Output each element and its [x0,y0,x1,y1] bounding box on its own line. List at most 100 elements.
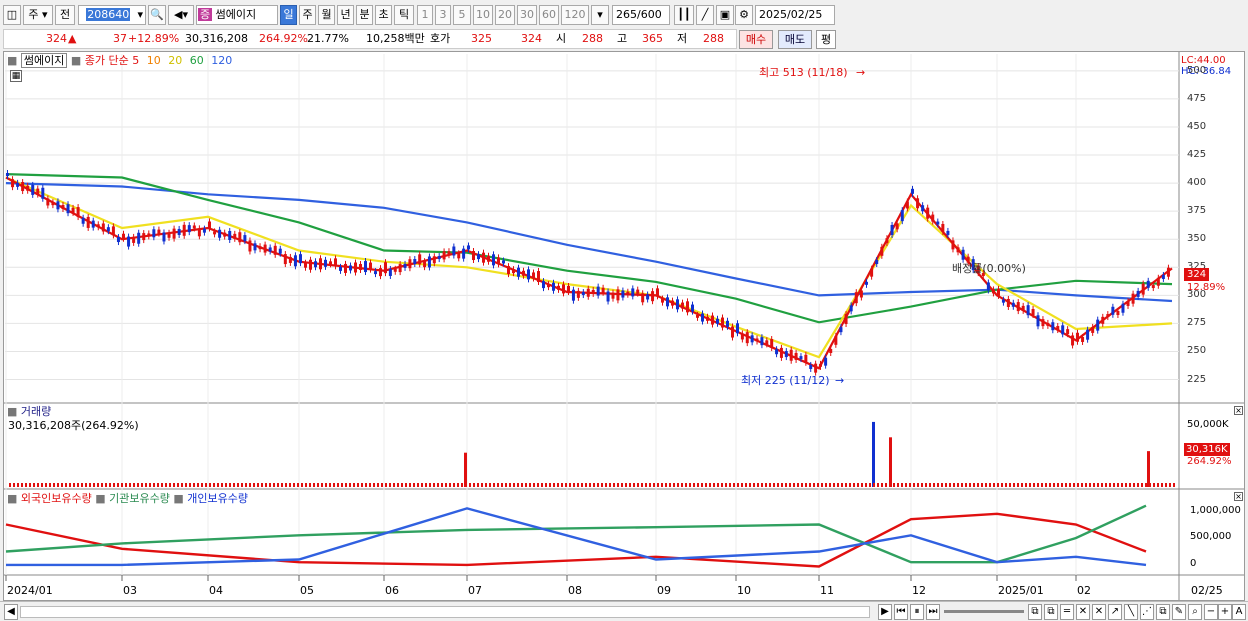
tool-fan-icon[interactable]: ⋰ [1140,604,1154,620]
volume-bar [201,483,203,487]
minute-20[interactable]: 20 [495,5,515,25]
volume-bar [1097,483,1099,487]
zoom-out-icon[interactable]: − [1204,604,1218,620]
volume-bar [657,483,659,487]
volume-bar [689,483,691,487]
save-icon[interactable]: ▣ [716,5,734,25]
legend-ma60[interactable]: 60 [190,54,204,67]
legend-ma10[interactable]: 10 [147,54,161,67]
first-page-icon[interactable]: ⏮ [894,604,908,620]
candle-body [601,287,605,293]
candle-body [1096,319,1100,331]
legend-ma-label[interactable]: 종가 단순 [85,54,129,67]
minute-120[interactable]: 120 [561,5,589,25]
search-icon[interactable]: 🔍 [148,5,166,25]
volume-bar [285,483,287,487]
volume-bar [693,483,695,487]
candle-body [16,182,20,187]
window-menu-icon[interactable]: ◫ [3,5,21,25]
tool-window2-icon[interactable]: ⧉ [1044,604,1058,620]
legend-ma120[interactable]: 120 [211,54,232,67]
candle-body [784,351,788,358]
scrollbar-track[interactable] [20,606,870,618]
tool-cross-icon[interactable]: ✕ [1076,604,1090,620]
date-field[interactable]: 2025/02/25 ▦ [755,5,835,25]
tab-day[interactable]: 일 [280,5,297,25]
volume-bar [441,483,443,487]
legend-ma5[interactable]: 5 [132,54,139,67]
tool-brush-icon[interactable]: ✎ [1172,604,1186,620]
candle-body [81,217,85,224]
volume-bar [517,483,519,487]
market-select[interactable]: 주 ▾ [23,5,53,25]
tab-year[interactable]: 년 [337,5,354,25]
tab-second[interactable]: 초 [375,5,392,25]
chart-svg[interactable] [4,52,1244,600]
volume-bar [333,483,335,487]
candle-type-icon[interactable]: ┃┃ [674,5,694,25]
volume-bar [965,483,967,487]
candle-body [388,268,392,276]
count-field[interactable]: 265/600 [612,5,670,25]
volume-bar [409,483,411,487]
text-tool-icon[interactable]: A [1232,604,1246,620]
scroll-right-icon[interactable]: ▶ [878,604,892,620]
legend-foreign[interactable]: 외국인보유수량 [21,492,92,505]
minute-10[interactable]: 10 [473,5,493,25]
tool-line-icon[interactable]: ╲ [1124,604,1138,620]
candle-body [731,326,734,338]
tab-week[interactable]: 주 [299,5,316,25]
minute-3[interactable]: 3 [435,5,451,25]
sound-icon[interactable]: ◀▾ [168,5,194,25]
minute-1[interactable]: 1 [417,5,433,25]
candle-body [671,300,674,306]
volume-bar [1009,483,1011,487]
volume-bar [193,483,195,487]
eval-button[interactable]: 평 [816,30,836,49]
volume-bar [109,483,111,487]
minute-5[interactable]: 5 [453,5,471,25]
tab-tick[interactable]: 틱 [394,5,414,25]
right-arrow-icon: → [856,66,866,79]
tab-minute[interactable]: 분 [356,5,373,25]
pause-icon[interactable]: ⏸ [910,604,924,620]
tool-ray-icon[interactable]: ↗ [1108,604,1122,620]
close-panel-icon[interactable]: × [1234,492,1243,501]
volume-bar [681,483,683,487]
sell-button[interactable]: 매도 [778,30,812,49]
tool-copy-icon[interactable]: ⧉ [1156,604,1170,620]
trend-tool-icon[interactable]: ╱ [696,5,714,25]
stock-badge: 증 [198,8,213,21]
zoom-slider[interactable] [944,610,1024,613]
minute-30[interactable]: 30 [517,5,537,25]
tool-cross2-icon[interactable]: ✕ [1092,604,1106,620]
legend-ma20[interactable]: 20 [168,54,182,67]
tool-hline-icon[interactable]: ═ [1060,604,1074,620]
zoom-search-icon[interactable]: ⌕ [1188,604,1202,620]
table-view-icon[interactable]: ▦ [10,70,22,82]
scroll-left-icon[interactable]: ◀ [4,604,18,620]
legend-individual[interactable]: 개인보유수량 [187,492,248,505]
candle-body [101,223,105,232]
candle-body [61,205,65,210]
tool-window-icon[interactable]: ⧉ [1028,604,1042,620]
tab-month[interactable]: 월 [318,5,335,25]
volume-bar [493,483,495,487]
zoom-in-icon[interactable]: + [1218,604,1232,620]
minute-dropdown-icon[interactable]: ▾ [591,5,609,25]
volume-title[interactable]: 거래량 [21,405,51,418]
candle-body [829,348,833,353]
volume-bar [329,483,331,487]
candle-body [11,179,15,188]
stock-name-field[interactable]: 증 썸에이지 [196,5,278,25]
minute-60[interactable]: 60 [539,5,559,25]
settings-gear-icon[interactable]: ⚙ [735,5,753,25]
legend-institution[interactable]: 기관보유수량 [109,492,170,505]
buy-button[interactable]: 매수 [739,30,773,49]
legend-stock-name[interactable]: 썸에이지 [20,53,68,68]
stock-code-input[interactable]: 208640 ▾ [78,5,146,25]
chart-area[interactable]: ■ 썸에이지 ■ 종가 단순 5 10 20 60 120 ▦ LC:44.00… [3,51,1245,601]
last-page-icon[interactable]: ⏭ [926,604,940,620]
prev-button[interactable]: 전 [55,5,75,25]
close-panel-icon[interactable]: × [1234,406,1243,415]
